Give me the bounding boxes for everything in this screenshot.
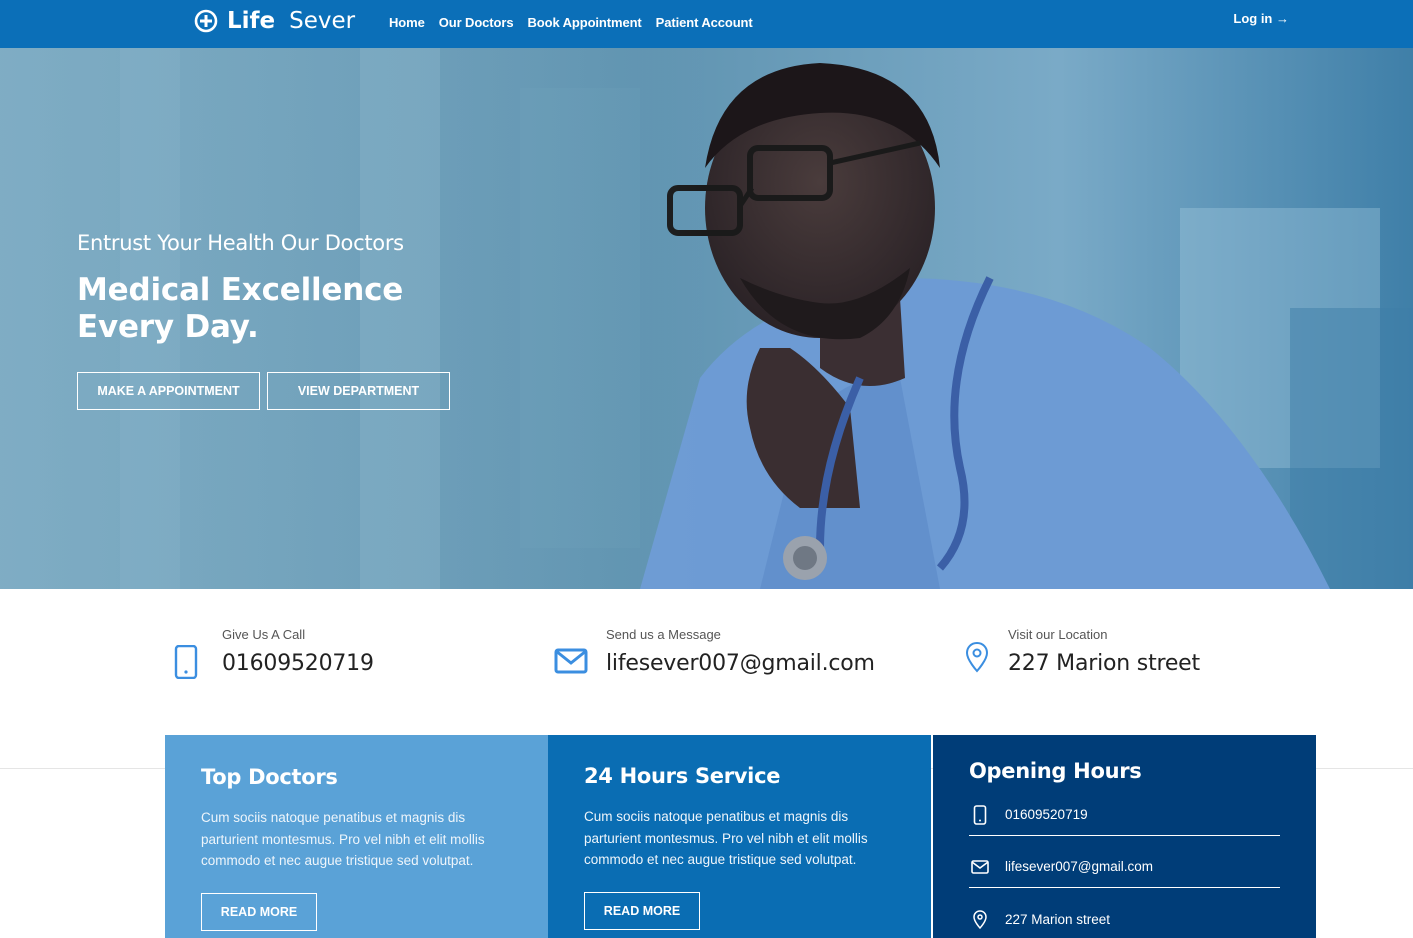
hero-banner: Entrust Your Health Our Doctors Medical … — [0, 48, 1413, 589]
message-label: Send us a Message — [606, 627, 721, 642]
make-appointment-button[interactable]: MAKE A APPOINTMENT — [77, 372, 260, 410]
opening-hours-address: 227 Marion street — [1005, 911, 1111, 927]
nav-book-appointment[interactable]: Book Appointment — [527, 15, 641, 30]
top-doctors-title: Top Doctors — [201, 765, 338, 789]
nav-patient-account[interactable]: Patient Account — [656, 15, 753, 30]
opening-hours-phone[interactable]: 01609520719 — [1005, 807, 1088, 822]
brand-name-light: Sever — [289, 8, 356, 34]
view-department-button[interactable]: VIEW DEPARTMENT — [267, 372, 450, 410]
hero-title: Medical Excellence Every Day. — [77, 272, 404, 345]
service-text: Cum sociis natoque penatibus et magnis d… — [584, 809, 868, 867]
opening-hours-phone-row: 01609520719 — [969, 794, 1280, 836]
opening-hours-title: Opening Hours — [969, 759, 1142, 783]
nav-home[interactable]: Home — [389, 15, 425, 30]
brand-name-bold: Life — [227, 8, 276, 34]
main-nav: Home Our Doctors Book Appointment Patien… — [389, 15, 753, 30]
call-value[interactable]: 01609520719 — [222, 651, 374, 676]
location-pin-icon — [969, 909, 991, 929]
service-title: 24 Hours Service — [584, 764, 781, 788]
nav-our-doctors[interactable]: Our Doctors — [439, 15, 514, 30]
top-doctors-card: Top Doctors Cum sociis natoque penatibus… — [165, 735, 548, 938]
message-value[interactable]: lifesever007@gmail.com — [606, 651, 875, 676]
top-doctors-read-more-button[interactable]: READ MORE — [201, 893, 317, 931]
opening-hours-card: Opening Hours 01609520719 lifesever007@g… — [933, 735, 1316, 938]
brand-logo[interactable]: Life Sever — [194, 5, 355, 37]
call-label: Give Us A Call — [222, 627, 306, 642]
location-value: 227 Marion street — [1008, 651, 1200, 676]
opening-hours-email[interactable]: lifesever007@gmail.com — [1005, 859, 1153, 874]
top-doctors-text: Cum sociis natoque penatibus et magnis d… — [201, 810, 485, 868]
login-link[interactable]: Log in → — [1233, 11, 1289, 26]
mail-icon — [554, 648, 588, 674]
phone-icon — [174, 645, 198, 679]
24-hours-service-card: 24 Hours Service Cum sociis natoque pena… — [548, 735, 931, 938]
location-pin-icon — [965, 641, 989, 673]
mail-icon — [969, 857, 991, 877]
phone-icon — [969, 804, 991, 825]
top-navbar: Life Sever Home Our Doctors Book Appoint… — [0, 0, 1413, 48]
opening-hours-address-row: 227 Marion street — [969, 898, 1280, 938]
hero-subtitle: Entrust Your Health Our Doctors — [77, 231, 404, 255]
service-read-more-button[interactable]: READ MORE — [584, 892, 700, 930]
plus-circle-logo-icon — [194, 9, 218, 33]
location-label: Visit our Location — [1008, 627, 1108, 642]
opening-hours-email-row: lifesever007@gmail.com — [969, 846, 1280, 888]
